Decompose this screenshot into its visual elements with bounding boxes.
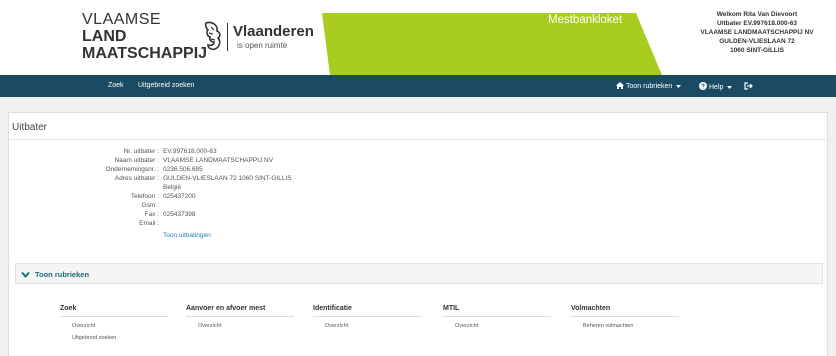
- detail-row-nr: Nr. uitbater : EV.997618.000-63: [9, 147, 409, 156]
- question-circle-icon: [699, 82, 707, 90]
- rubriek-column-zoek: Zoek Overzicht Uitgebreid zoeken: [60, 305, 168, 341]
- column-title: Identificatie: [313, 305, 421, 317]
- home-icon: [616, 82, 624, 89]
- welcome-text: Welkom Rita Van Dievoort: [716, 11, 798, 18]
- nav-toon-rubrieken-label: Toon rubrieken: [626, 83, 673, 90]
- nav-logout[interactable]: [744, 82, 753, 92]
- vlaanderen-logo[interactable]: Vlaanderen is open ruimte: [202, 19, 322, 59]
- menu-link-overzicht[interactable]: Overzicht: [325, 323, 421, 329]
- caret-down-icon: [676, 85, 682, 88]
- company-city: 1060 SINT-GILLIS: [730, 47, 784, 54]
- user-info: Welkom Rita Van Dievoort Uitbater EV.997…: [694, 10, 820, 55]
- rubriek-column-identificatie: Identificatie Overzicht: [313, 305, 421, 329]
- nav-help[interactable]: Help: [699, 82, 734, 91]
- detail-row-email: Email :: [9, 219, 409, 228]
- detail-label: Nr. uitbater :: [123, 148, 159, 155]
- detail-label: Telefoon :: [130, 193, 159, 200]
- sign-out-icon: [744, 82, 753, 90]
- logo-line-1: VLAAMSE: [82, 11, 162, 28]
- detail-label: Fax :: [144, 211, 159, 218]
- nav-toon-rubrieken[interactable]: Toon rubrieken: [616, 82, 683, 90]
- rubrieken-section: Toon rubrieken Zoek Overzicht Uitgebreid…: [15, 263, 823, 353]
- panel-title: Uitbater: [12, 122, 48, 133]
- logo-separator: [227, 23, 228, 51]
- company-street: GULDEN-VLIESLAAN 72: [719, 38, 795, 45]
- nav-help-label: Help: [709, 84, 724, 91]
- toon-uitbatingen-link[interactable]: Toon uitbatingen: [163, 231, 211, 240]
- vlm-logo[interactable]: VLAAMSE LAND MAATSCHAPPIJ: [82, 11, 207, 62]
- rubriek-column-volmachten: Volmachten Beheren volmachten: [571, 305, 679, 329]
- uitbater-panel: Uitbater Nr. uitbater : EV.997618.000-63…: [8, 112, 828, 356]
- uitbater-number: Uitbater EV.997618.000-63: [717, 20, 797, 27]
- chevron-down-icon: [21, 271, 30, 279]
- rubriek-column-mtil: MTIL Overzicht: [443, 305, 551, 329]
- detail-value: GULDEN-VLIESLAAN 72 1060 SINT-GILLIS: [163, 175, 292, 182]
- column-title: MTIL: [443, 305, 551, 317]
- vlaanderen-tagline: is open ruimte: [237, 41, 288, 50]
- app-title: Mestbankloket: [548, 14, 623, 26]
- detail-row-fax: Fax : 025437398: [9, 210, 409, 219]
- menu-link-uitgebreid-zoeken[interactable]: Uitgebreid zoeken: [72, 335, 168, 341]
- detail-label: Email :: [139, 220, 159, 227]
- detail-label: Ondernemingsnr. :: [105, 166, 159, 173]
- rubrieken-toggle-label: Toon rubrieken: [35, 270, 90, 279]
- rubriek-column-aanvoer: Aanvoer en afvoer mest Overzicht: [186, 305, 294, 329]
- menu-link-overzicht[interactable]: Overzicht: [455, 323, 551, 329]
- menu-link-beheren-volmachten[interactable]: Beheren volmachten: [583, 323, 679, 329]
- column-title: Volmachten: [571, 305, 679, 317]
- rubrieken-toggle[interactable]: Toon rubrieken: [15, 263, 823, 284]
- detail-row-link: Toon uitbatingen: [9, 231, 409, 240]
- flemish-lion-icon: [204, 21, 221, 51]
- column-title: Zoek: [60, 305, 168, 317]
- column-title: Aanvoer en afvoer mest: [186, 305, 294, 317]
- panel-divider: [9, 139, 827, 140]
- vlaanderen-wordmark: Vlaanderen: [233, 23, 314, 40]
- menu-link-overzicht[interactable]: Overzicht: [198, 323, 294, 329]
- detail-label: Gsm :: [141, 202, 159, 209]
- main-navbar: Zoek Uitgebreid zoeken Toon rubrieken He…: [0, 75, 836, 97]
- logo-line-3: MAATSCHAPPIJ: [82, 45, 208, 62]
- detail-value: 025437200: [163, 193, 196, 200]
- detail-row-telefoon: Telefoon : 025437200: [9, 192, 409, 201]
- detail-row-naam: Naam uitbater : VLAAMSE LANDMAATSCHAPPIJ…: [9, 156, 409, 165]
- detail-value: België: [163, 184, 182, 191]
- menu-link-overzicht[interactable]: Overzicht: [72, 323, 168, 329]
- detail-value: 0236.506.685: [163, 166, 203, 173]
- detail-value: VLAAMSE LANDMAATSCHAPPIJ NV: [163, 157, 274, 164]
- detail-row-land: België: [9, 183, 409, 192]
- detail-label: Adres uitbater :: [114, 175, 159, 182]
- detail-row-ondernemingsnr: Ondernemingsnr. : 0236.506.685: [9, 165, 409, 174]
- detail-row-gsm: Gsm :: [9, 201, 409, 210]
- site-header: VLAAMSE LAND MAATSCHAPPIJ Vlaanderen is …: [0, 0, 836, 75]
- detail-value: 025437398: [163, 211, 196, 218]
- detail-label: Naam uitbater :: [114, 157, 159, 164]
- detail-row-adres: Adres uitbater : GULDEN-VLIESLAAN 72 106…: [9, 174, 409, 183]
- logo-line-2: LAND: [82, 28, 127, 45]
- caret-down-icon: [727, 86, 733, 89]
- nav-zoek[interactable]: Zoek: [108, 82, 124, 89]
- company-name: VLAAMSE LANDMAATSCHAPPIJ NV: [700, 29, 814, 36]
- nav-uitgebreid-zoeken[interactable]: Uitgebreid zoeken: [138, 82, 194, 89]
- detail-value: EV.997618.000-63: [163, 148, 217, 155]
